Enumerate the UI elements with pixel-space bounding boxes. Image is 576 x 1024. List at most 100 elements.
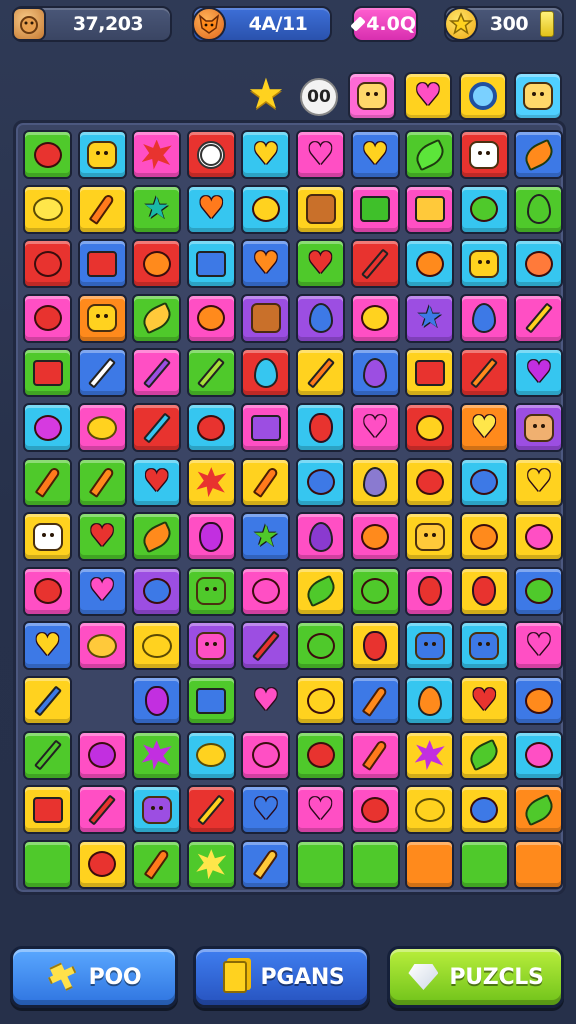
board-tile[interactable] (186, 457, 236, 507)
board-tile[interactable] (186, 512, 236, 562)
board-tile[interactable] (241, 184, 291, 234)
board-tile[interactable] (132, 512, 182, 562)
board-tile[interactable] (132, 293, 182, 343)
board-tile[interactable]: ♥ (514, 457, 564, 507)
board-tile[interactable] (132, 566, 182, 616)
board-tile[interactable] (296, 512, 345, 562)
board-tile[interactable] (296, 621, 345, 671)
board-tile[interactable] (296, 839, 345, 889)
board-tile[interactable] (23, 403, 72, 452)
board-tile[interactable] (241, 621, 291, 671)
board-tile[interactable] (350, 512, 400, 562)
board-tile[interactable] (459, 348, 509, 398)
board-tile[interactable] (405, 457, 455, 507)
board-tile[interactable]: ♥ (23, 621, 72, 671)
board-tile[interactable] (459, 130, 509, 179)
board-tile[interactable] (77, 293, 127, 343)
pgans-button[interactable]: PGANS (193, 946, 370, 1008)
board-tile[interactable] (186, 239, 236, 289)
board-tile[interactable] (350, 293, 400, 343)
board-tile[interactable] (350, 239, 400, 289)
board-tile[interactable] (23, 512, 72, 562)
board-tile[interactable] (23, 348, 72, 398)
board-tile[interactable] (405, 239, 455, 289)
board-tile[interactable] (77, 403, 127, 452)
board-tile[interactable] (132, 839, 182, 889)
board-tile[interactable]: ♥ (77, 512, 127, 562)
board-tile[interactable] (132, 403, 182, 452)
board-tile[interactable] (241, 293, 291, 343)
board-tile[interactable] (514, 676, 564, 725)
board-tile[interactable] (350, 184, 400, 234)
board-tile[interactable] (23, 239, 72, 289)
board-tile[interactable] (459, 293, 509, 343)
board-tile[interactable] (296, 566, 345, 616)
board-tile[interactable] (514, 293, 564, 343)
board-tile[interactable]: ♥ (459, 403, 509, 452)
board-tile[interactable] (459, 457, 509, 507)
board-tile[interactable] (132, 785, 182, 835)
board-tile[interactable] (23, 839, 72, 889)
board-tile[interactable]: ★ (405, 293, 455, 343)
board-tile[interactable] (132, 348, 182, 398)
board-tile[interactable] (514, 239, 564, 289)
board-tile[interactable] (132, 239, 182, 289)
board-tile[interactable]: ♥ (350, 130, 400, 179)
board-tile[interactable] (296, 293, 345, 343)
coin-counter[interactable]: 37,203 (12, 6, 172, 42)
board-tile[interactable] (296, 730, 345, 780)
board-tile[interactable] (186, 293, 236, 343)
board-tile[interactable] (405, 403, 455, 452)
board-tile[interactable] (459, 730, 509, 780)
board-tile[interactable] (186, 676, 236, 725)
board-tile[interactable] (350, 839, 400, 889)
board-tile[interactable] (23, 457, 72, 507)
board-tile[interactable] (296, 348, 345, 398)
board-tile[interactable] (241, 348, 291, 398)
play-button[interactable]: POO (10, 946, 178, 1008)
board-tile[interactable] (514, 130, 564, 179)
board-tile[interactable] (241, 566, 291, 616)
board-tile[interactable] (405, 839, 455, 889)
board-tile[interactable] (459, 239, 509, 289)
board-tile[interactable] (77, 130, 127, 179)
board-tile[interactable]: ♥ (241, 676, 290, 725)
board-tile[interactable] (186, 785, 236, 835)
board-tile[interactable]: ♥ (296, 130, 345, 179)
board-tile[interactable] (77, 457, 127, 507)
board-tile[interactable] (78, 676, 127, 725)
board-tile[interactable] (405, 785, 455, 835)
board-tile[interactable] (23, 130, 72, 179)
board-tile[interactable] (350, 457, 400, 507)
board-tile[interactable] (77, 239, 127, 289)
board-tile[interactable]: ♥ (77, 566, 127, 616)
lives-counter[interactable]: 4A/11 (192, 6, 332, 42)
board-tile[interactable] (459, 184, 509, 234)
board-tile[interactable]: ♥ (350, 403, 400, 452)
board-tile[interactable] (186, 730, 236, 780)
puzzles-button[interactable]: PUZCLS (387, 946, 564, 1008)
board-tile[interactable] (405, 676, 455, 725)
board-tile[interactable] (77, 348, 127, 398)
board-tile[interactable] (186, 403, 236, 452)
board-tile[interactable] (405, 130, 455, 179)
board-tile[interactable] (514, 566, 564, 616)
board-tile[interactable]: ♥ (514, 621, 564, 671)
board-tile[interactable] (459, 621, 509, 671)
board-tile[interactable]: ♥ (132, 457, 182, 507)
board-tile[interactable] (514, 512, 564, 562)
board-tile[interactable] (514, 184, 564, 234)
board-tile[interactable]: ♥ (296, 785, 345, 835)
board-tile[interactable] (241, 839, 291, 889)
board-tile[interactable]: ♥ (241, 239, 291, 289)
board-tile[interactable] (296, 676, 345, 725)
board-tile[interactable] (132, 130, 182, 179)
board-tile[interactable] (296, 457, 345, 507)
board-tile[interactable]: ♥ (296, 239, 345, 289)
board-tile[interactable] (296, 403, 345, 452)
board-tile[interactable] (77, 785, 127, 835)
board-tile[interactable] (405, 730, 455, 780)
board-tile[interactable] (350, 621, 400, 671)
board-tile[interactable]: ★ (241, 512, 291, 562)
board-tile[interactable] (459, 512, 509, 562)
